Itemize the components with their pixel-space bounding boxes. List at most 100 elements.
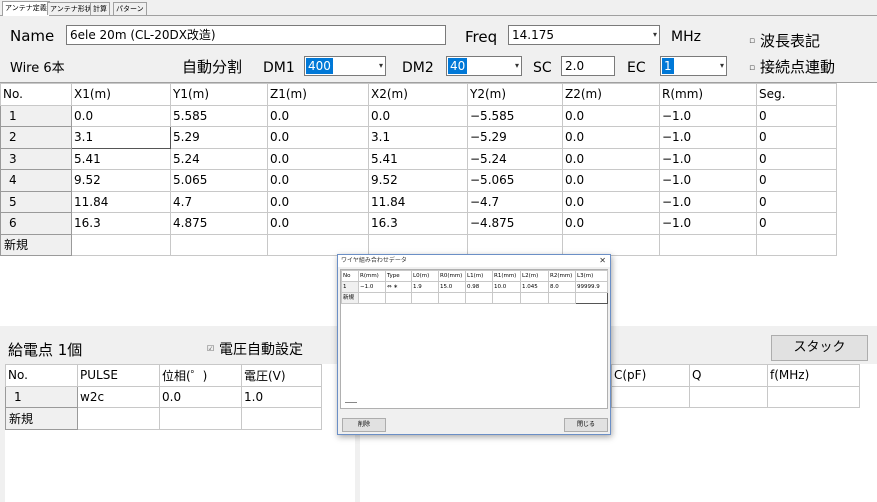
table-cell[interactable]: 0.0	[159, 385, 242, 408]
delete-button[interactable]: 削除	[342, 418, 386, 432]
row-number[interactable]: 6	[0, 212, 72, 235]
table-cell[interactable]: 16.3	[368, 212, 468, 235]
table-cell[interactable]: 0.0	[562, 147, 660, 170]
table-cell[interactable]: 11.84	[71, 190, 171, 213]
table-row[interactable]: 1 w2c 0.0 1.0	[5, 385, 322, 408]
table-cell[interactable]: 0.0	[562, 104, 660, 127]
table-cell[interactable]: 5.41	[368, 147, 468, 170]
scrollbar-thumb[interactable]	[345, 402, 357, 403]
table-cell[interactable]	[611, 385, 690, 408]
table-cell[interactable]	[267, 233, 369, 256]
table-row-new[interactable]: 新規	[0, 233, 837, 256]
close-icon[interactable]: ✕	[599, 255, 606, 267]
table-cell[interactable]: −1.0	[659, 212, 757, 235]
table-cell[interactable]: 11.84	[368, 190, 468, 213]
tab-antenna-shape[interactable]: アンテナ形状	[47, 2, 95, 15]
row-number[interactable]: 1	[5, 385, 78, 408]
table-cell[interactable]	[575, 292, 608, 304]
table-cell[interactable]: −5.065	[467, 169, 563, 192]
new-row-header[interactable]: 新規	[5, 407, 78, 430]
table-cell[interactable]: 0	[756, 104, 837, 127]
table-cell[interactable]: 0.0	[267, 212, 369, 235]
table-cell[interactable]: 10.0	[492, 281, 521, 293]
table-cell[interactable]: −4.7	[467, 190, 563, 213]
table-cell[interactable]: −1.0	[659, 169, 757, 192]
table-cell[interactable]	[756, 233, 837, 256]
close-button[interactable]: 閉じる	[564, 418, 608, 432]
row-number[interactable]: 1	[0, 104, 72, 127]
table-cell[interactable]	[438, 292, 466, 304]
table-cell[interactable]	[562, 233, 660, 256]
row-number[interactable]: 5	[0, 190, 72, 213]
table-cell[interactable]	[159, 407, 242, 430]
table-cell[interactable]: 0.0	[267, 126, 369, 149]
tab-antenna-definition[interactable]: アンテナ定義	[2, 1, 50, 16]
table-cell[interactable]	[358, 292, 386, 304]
table-cell[interactable]: 5.41	[71, 147, 171, 170]
row-number[interactable]: 3	[0, 147, 72, 170]
table-cell[interactable]	[77, 407, 160, 430]
table-cell[interactable]	[241, 407, 322, 430]
table-cell[interactable]	[689, 385, 768, 408]
table-cell[interactable]: 16.3	[71, 212, 171, 235]
table-row[interactable]: 6 16.3 4.875 0.0 16.3 −4.875 0.0 −1.0 0	[0, 212, 837, 235]
table-cell[interactable]: 0.0	[562, 212, 660, 235]
table-cell[interactable]: 1.9	[411, 281, 439, 293]
table-cell[interactable]: 9.52	[71, 169, 171, 192]
table-cell[interactable]: 5.065	[170, 169, 268, 192]
table-cell[interactable]: −5.585	[467, 104, 563, 127]
table-cell[interactable]: −5.24	[467, 147, 563, 170]
table-cell[interactable]	[411, 292, 439, 304]
table-cell[interactable]: 0.0	[562, 126, 660, 149]
table-cell[interactable]: 5.24	[170, 147, 268, 170]
table-cell[interactable]: 0	[756, 212, 837, 235]
table-cell[interactable]: 99999.9	[575, 281, 608, 293]
table-cell[interactable]	[467, 233, 563, 256]
table-cell[interactable]: 0.0	[71, 104, 171, 127]
row-number[interactable]: 2	[0, 126, 72, 149]
table-cell[interactable]: −4.875	[467, 212, 563, 235]
checkbox-icon[interactable]: ▫	[749, 36, 755, 46]
table-cell[interactable]: 0	[756, 147, 837, 170]
table-cell[interactable]: 0.98	[465, 281, 493, 293]
checkbox-icon[interactable]: ▫	[749, 63, 755, 73]
row-number[interactable]: 1	[341, 281, 359, 293]
tab-calculation[interactable]: 計算	[90, 2, 110, 15]
table-cell[interactable]: 0	[756, 126, 837, 149]
table-cell[interactable]: −1.0	[659, 104, 757, 127]
new-row-header[interactable]: 新規	[0, 233, 72, 256]
table-cell[interactable]	[71, 233, 171, 256]
checkbox-checked-icon[interactable]: ☑	[207, 344, 214, 353]
table-cell[interactable]: 4.7	[170, 190, 268, 213]
table-cell[interactable]: ⇔ ∗	[385, 281, 412, 293]
table-cell[interactable]: 1.0	[241, 385, 322, 408]
table-cell[interactable]: 0.0	[562, 190, 660, 213]
table-row[interactable]: 5 11.84 4.7 0.0 11.84 −4.7 0.0 −1.0 0	[0, 190, 837, 213]
table-cell[interactable]	[520, 292, 549, 304]
table-cell[interactable]: 0.0	[267, 104, 369, 127]
table-cell[interactable]	[659, 233, 757, 256]
table-cell[interactable]: 0.0	[267, 147, 369, 170]
table-row[interactable]: 1 −1.0 ⇔ ∗ 1.9 15.0 0.98 10.0 1.045 8.0 …	[341, 281, 608, 293]
stack-button[interactable]: スタック	[771, 335, 868, 361]
freq-combo[interactable]: 14.175 ▾	[508, 25, 660, 45]
table-cell[interactable]: 15.0	[438, 281, 466, 293]
table-cell[interactable]: w2c	[77, 385, 160, 408]
row-number[interactable]: 4	[0, 169, 72, 192]
table-cell[interactable]	[368, 233, 468, 256]
table-row[interactable]: 2 3.1 5.29 0.0 3.1 −5.29 0.0 −1.0 0	[0, 126, 837, 149]
table-cell[interactable]: 5.29	[170, 126, 268, 149]
new-row-header[interactable]: 新規	[341, 292, 359, 304]
table-cell[interactable]: −1.0	[659, 147, 757, 170]
table-cell[interactable]: 0.0	[562, 169, 660, 192]
table-cell[interactable]	[767, 385, 860, 408]
table-row-new[interactable]: 新規	[5, 407, 322, 430]
table-cell[interactable]: 0.0	[368, 104, 468, 127]
table-cell[interactable]	[465, 292, 493, 304]
table-cell[interactable]: 5.585	[170, 104, 268, 127]
name-input[interactable]: 6ele 20m (CL-20DX改造)	[66, 25, 446, 45]
table-cell[interactable]: −1.0	[659, 190, 757, 213]
table-cell[interactable]	[170, 233, 268, 256]
table-cell[interactable]: 4.875	[170, 212, 268, 235]
table-cell[interactable]: 9.52	[368, 169, 468, 192]
